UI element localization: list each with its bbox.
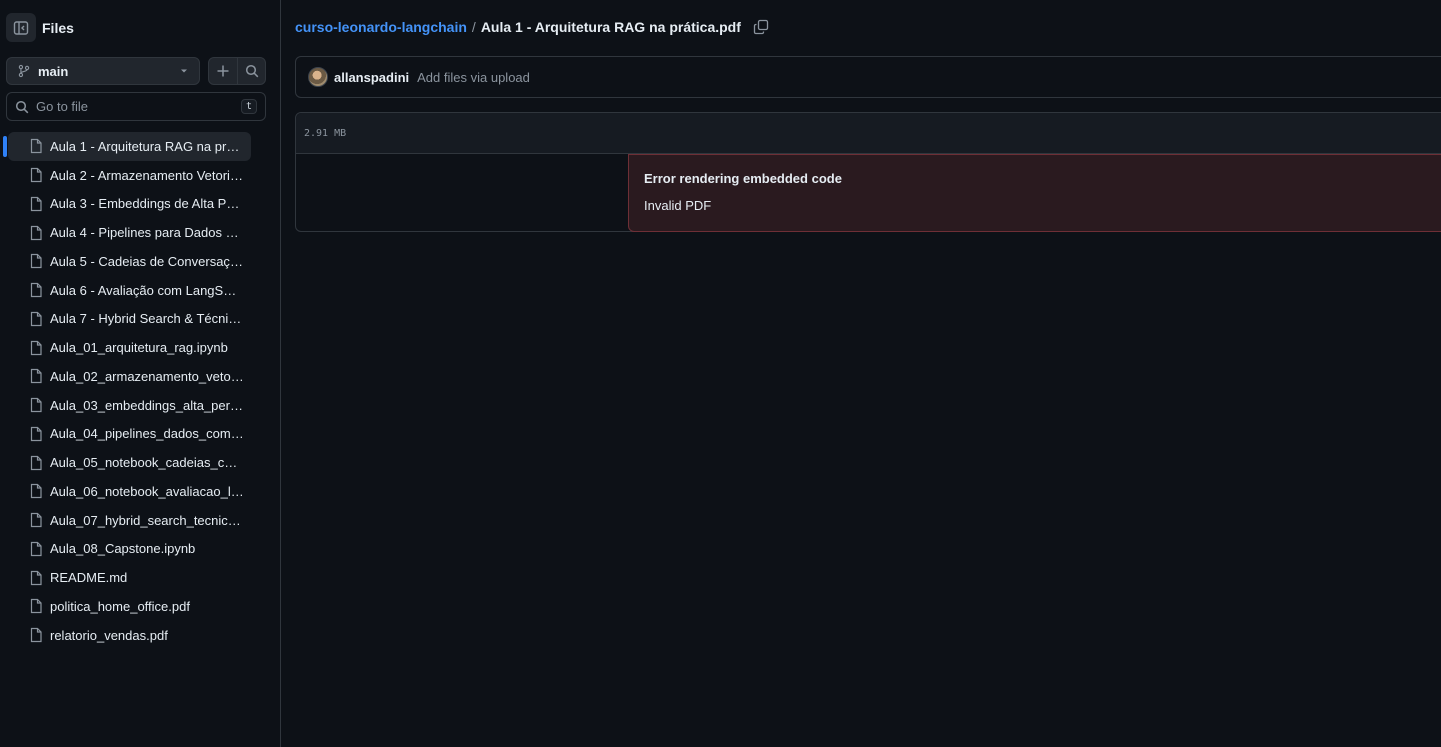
file-name: Aula_04_pipelines_dados_complexos.ipynb (50, 426, 244, 442)
breadcrumb: curso-leonardo-langchain / Aula 1 - Arqu… (295, 19, 769, 35)
error-message: Invalid PDF (644, 198, 712, 213)
file-tree-item[interactable]: Aula_04_pipelines_dados_complexos.ipynb (8, 420, 251, 449)
file-name: README.md (50, 570, 128, 586)
add-file-button[interactable] (209, 58, 237, 84)
file-icon (30, 484, 42, 499)
file-tree-item[interactable]: Aula 5 - Cadeias de Conversação.pdf (8, 247, 251, 276)
latest-commit-bar: allanspadini Add files via upload (295, 56, 1441, 98)
file-icon (30, 455, 42, 470)
plus-icon (217, 65, 229, 77)
go-to-file-input[interactable]: Go to file t (6, 92, 266, 121)
search-icon (15, 100, 29, 113)
copy-path-button[interactable] (753, 19, 769, 35)
file-name: politica_home_office.pdf (50, 598, 190, 614)
file-tree-item[interactable]: Aula_07_hybrid_search_tecnicas_avancadas… (8, 506, 251, 535)
copy-icon (753, 19, 769, 35)
file-icon (30, 340, 42, 355)
file-tree-item[interactable]: Aula 7 - Hybrid Search & Técnicas Avança… (8, 305, 251, 334)
file-name: Aula 7 - Hybrid Search & Técnicas Avança… (50, 311, 244, 327)
commit-author[interactable]: allanspadini (334, 70, 409, 85)
file-name: Aula_01_arquitetura_rag.ipynb (50, 340, 228, 356)
file-icon (30, 570, 42, 585)
file-name: Aula 1 - Arquitetura RAG na prática.pdf (50, 138, 244, 154)
render-error: Error rendering embedded code Invalid PD… (628, 154, 1441, 232)
file-icon (30, 225, 42, 240)
file-icon (30, 254, 42, 269)
file-viewer: curso-leonardo-langchain / Aula 1 - Arqu… (281, 0, 1441, 747)
breadcrumb-repo-link[interactable]: curso-leonardo-langchain (295, 19, 467, 35)
app: Files main Go to file t Aula 1 - Arquite… (0, 0, 1441, 747)
file-icon (30, 541, 42, 556)
collapse-sidebar-button[interactable] (6, 13, 36, 42)
file-tree-item[interactable]: Aula 6 - Avaliação com LangSmith.pdf (8, 276, 251, 305)
file-tree-sidebar: Files main Go to file t Aula 1 - Arquite… (0, 0, 281, 747)
file-icon (30, 283, 42, 298)
branch-name: main (38, 63, 69, 79)
file-icon (30, 426, 42, 441)
branch-selector[interactable]: main (6, 57, 200, 85)
file-tree-item[interactable]: Aula_02_armazenamento_vetorial.ipynb (8, 362, 251, 391)
file-tree-item[interactable]: Aula_08_Capstone.ipynb (8, 535, 251, 564)
shortcut-key: t (240, 99, 257, 114)
file-tree-item[interactable]: README.md (8, 563, 251, 592)
file-tree-item[interactable]: Aula_03_embeddings_alta_performance.ipyn… (8, 391, 251, 420)
file-name: Aula_05_notebook_cadeias_conversacao.ipy… (50, 455, 244, 471)
file-tree-item[interactable]: Aula_06_notebook_avaliacao_langsmith.ipy… (8, 477, 251, 506)
file-icon (30, 513, 42, 528)
sidebar-title: Files (42, 19, 74, 36)
triangle-down-icon (181, 69, 187, 73)
file-icon (30, 599, 42, 614)
error-title: Error rendering embedded code (644, 171, 842, 186)
file-icon (30, 628, 42, 643)
sidebar-header: Files (6, 13, 74, 42)
git-branch-icon (18, 64, 30, 78)
search-icon (245, 64, 258, 78)
file-tree-item[interactable]: Aula 4 - Pipelines para Dados Complexos.… (8, 218, 251, 247)
file-name: relatorio_vendas.pdf (50, 627, 168, 643)
avatar[interactable] (308, 67, 328, 87)
file-tree-item[interactable]: Aula 3 - Embeddings de Alta Performance.… (8, 190, 251, 219)
branch-row: main (6, 57, 266, 85)
file-name: Aula 2 - Armazenamento Vetorial Avançado… (50, 167, 244, 183)
file-icon (30, 168, 42, 183)
file-icon (30, 369, 42, 384)
sidebar-collapse-icon (13, 20, 29, 35)
file-name: Aula 3 - Embeddings de Alta Performance.… (50, 196, 244, 212)
file-tree-item[interactable]: Aula_01_arquitetura_rag.ipynb (8, 333, 251, 362)
file-name: Aula 4 - Pipelines para Dados Complexos.… (50, 225, 244, 241)
file-tree-item[interactable]: politica_home_office.pdf (8, 592, 251, 621)
breadcrumb-file-name: Aula 1 - Arquitetura RAG na prática.pdf (480, 19, 741, 35)
go-to-file-placeholder: Go to file (36, 99, 89, 114)
file-tree-item[interactable]: Aula_05_notebook_cadeias_conversacao.ipy… (8, 448, 251, 477)
file-content-box: 2.91 MB Error rendering embedded code In… (295, 112, 1441, 232)
file-name: Aula_07_hybrid_search_tecnicas_avancadas… (50, 512, 244, 528)
file-name: Aula_08_Capstone.ipynb (50, 541, 196, 557)
file-size: 2.91 MB (304, 127, 347, 139)
commit-message[interactable]: Add files via upload (417, 70, 530, 85)
sidebar-actions (208, 57, 266, 85)
file-name: Aula 6 - Avaliação com LangSmith.pdf (50, 282, 244, 298)
file-header: 2.91 MB (296, 113, 1441, 154)
file-icon (30, 139, 42, 154)
file-name: Aula_02_armazenamento_vetorial.ipynb (50, 368, 244, 384)
file-tree-item[interactable]: relatorio_vendas.pdf (8, 621, 251, 650)
file-icon (30, 398, 42, 413)
file-name: Aula_06_notebook_avaliacao_langsmith.ipy… (50, 483, 244, 499)
file-tree-item[interactable]: Aula 1 - Arquitetura RAG na prática.pdf (3, 132, 251, 161)
search-code-button[interactable] (237, 58, 265, 84)
file-name: Aula_03_embeddings_alta_performance.ipyn… (50, 397, 244, 413)
file-tree: Aula 1 - Arquitetura RAG na prática.pdf A… (0, 132, 281, 650)
file-icon (30, 196, 42, 211)
file-tree-item[interactable]: Aula 2 - Armazenamento Vetorial Avançado… (8, 161, 251, 190)
file-name: Aula 5 - Cadeias de Conversação.pdf (50, 253, 244, 269)
breadcrumb-separator: / (471, 19, 476, 35)
file-icon (30, 311, 42, 326)
